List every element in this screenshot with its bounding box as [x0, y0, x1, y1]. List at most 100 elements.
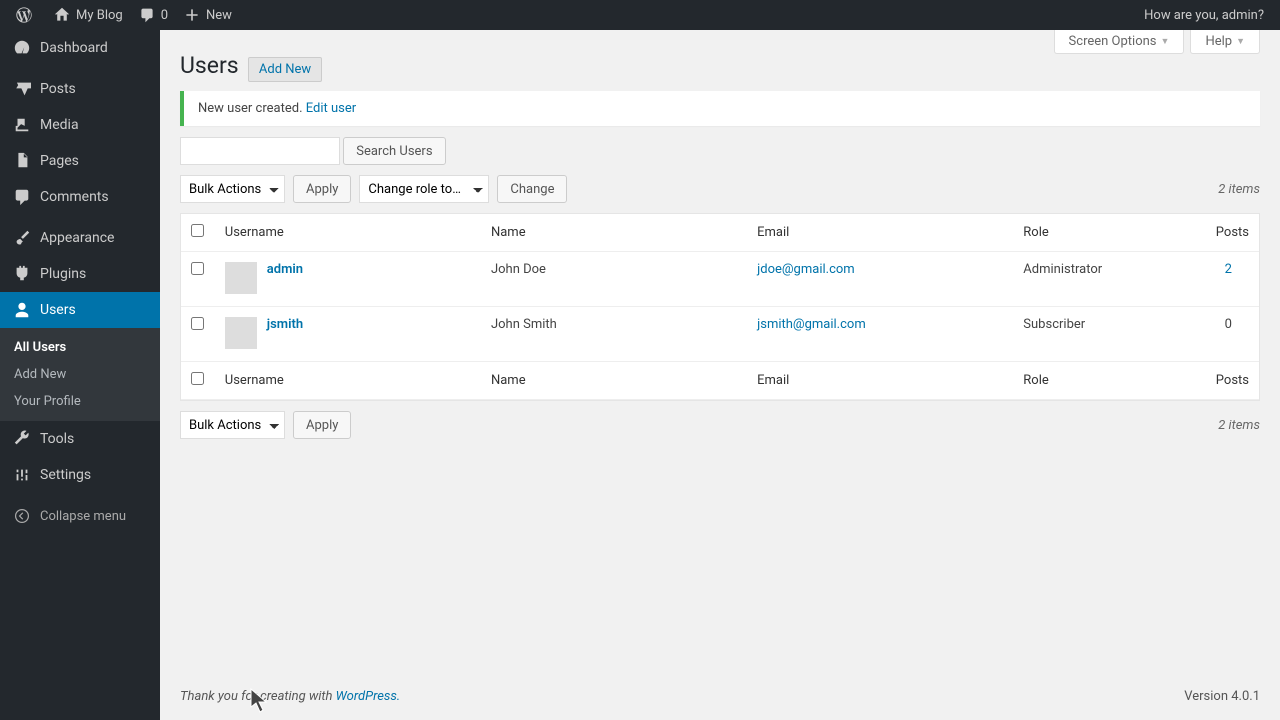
name-cell: John Doe: [481, 252, 747, 307]
site-name-link[interactable]: My Blog: [46, 0, 131, 30]
menu-label: Appearance: [40, 230, 114, 246]
success-notice: New user created. Edit user: [180, 91, 1260, 126]
table-row: jsmith John Smith jsmith@gmail.com Subsc…: [181, 307, 1259, 362]
change-role-select[interactable]: Change role to…: [359, 175, 489, 203]
greeting-text: How are you, admin?: [1144, 8, 1264, 23]
home-icon: [54, 7, 70, 23]
select-all-top[interactable]: [191, 224, 204, 237]
screen-options-button[interactable]: Screen Options▼: [1054, 30, 1185, 54]
collapse-label: Collapse menu: [40, 509, 126, 524]
col-posts[interactable]: Posts: [1198, 214, 1259, 252]
menu-appearance[interactable]: Appearance: [0, 220, 160, 256]
version-text: Version 4.0.1: [1184, 689, 1260, 704]
menu-settings[interactable]: Settings: [0, 457, 160, 493]
search-users-button[interactable]: Search Users: [343, 137, 445, 165]
collapse-icon: [12, 506, 32, 526]
new-content-text: New: [206, 8, 232, 23]
media-icon: [12, 115, 32, 135]
menu-label: Settings: [40, 467, 91, 483]
table-row: admin John Doe jdoe@gmail.com Administra…: [181, 252, 1259, 307]
row-checkbox[interactable]: [191, 317, 204, 330]
avatar: [225, 317, 257, 349]
bulk-actions-select-top[interactable]: Bulk Actions: [180, 175, 285, 203]
apply-bulk-bottom[interactable]: Apply: [293, 411, 351, 439]
username-link[interactable]: admin: [267, 262, 303, 277]
menu-media[interactable]: Media: [0, 107, 160, 143]
row-checkbox[interactable]: [191, 262, 204, 275]
posts-cell: 0: [1198, 307, 1259, 362]
comment-icon: [139, 7, 155, 23]
plus-icon: [184, 7, 200, 23]
new-content-link[interactable]: New: [176, 0, 240, 30]
col-email[interactable]: Email: [747, 214, 1013, 252]
page-icon: [12, 151, 32, 171]
menu-plugins[interactable]: Plugins: [0, 256, 160, 292]
submenu-all-users[interactable]: All Users: [0, 334, 160, 361]
wp-logo[interactable]: [8, 0, 46, 30]
items-count: 2 items: [1218, 418, 1260, 433]
role-cell: Subscriber: [1013, 307, 1197, 362]
select-all-bottom[interactable]: [191, 372, 204, 385]
menu-posts[interactable]: Posts: [0, 71, 160, 107]
wrench-icon: [12, 429, 32, 449]
submenu-add-new-user[interactable]: Add New: [0, 361, 160, 388]
apply-bulk-top[interactable]: Apply: [293, 175, 351, 203]
help-button[interactable]: Help▼: [1190, 30, 1260, 54]
collapse-menu[interactable]: Collapse menu: [0, 498, 160, 534]
menu-label: Comments: [40, 189, 109, 205]
col-username[interactable]: Username: [215, 362, 481, 400]
posts-cell: 2: [1198, 252, 1259, 307]
bulk-actions-select-bottom[interactable]: Bulk Actions: [180, 411, 285, 439]
avatar: [225, 262, 257, 294]
col-name[interactable]: Name: [481, 362, 747, 400]
users-table: Username Name Email Role Posts admin Joh…: [180, 213, 1260, 401]
wordpress-link[interactable]: WordPress.: [336, 689, 401, 704]
email-link[interactable]: jdoe@gmail.com: [757, 262, 855, 277]
site-name-text: My Blog: [76, 8, 123, 23]
user-icon: [12, 300, 32, 320]
dashboard-icon: [12, 38, 32, 58]
menu-label: Pages: [40, 153, 79, 169]
menu-users[interactable]: Users: [0, 292, 160, 328]
add-new-user-button[interactable]: Add New: [248, 57, 322, 82]
menu-tools[interactable]: Tools: [0, 421, 160, 457]
wordpress-icon: [16, 7, 32, 23]
col-posts[interactable]: Posts: [1198, 362, 1259, 400]
account-link[interactable]: How are you, admin?: [1136, 0, 1272, 30]
change-role-button[interactable]: Change: [497, 175, 567, 203]
username-link[interactable]: jsmith: [267, 317, 303, 332]
menu-pages[interactable]: Pages: [0, 143, 160, 179]
chevron-down-icon: ▼: [1236, 36, 1245, 47]
search-users-input[interactable]: [180, 137, 340, 165]
menu-label: Plugins: [40, 266, 86, 282]
menu-comments[interactable]: Comments: [0, 179, 160, 215]
name-cell: John Smith: [481, 307, 747, 362]
brush-icon: [12, 228, 32, 248]
edit-user-link[interactable]: Edit user: [306, 101, 356, 116]
chevron-down-icon: ▼: [1161, 36, 1170, 47]
footer-thank-you: Thank you for creating with WordPress.: [180, 689, 400, 704]
menu-label: Tools: [40, 431, 74, 447]
col-email[interactable]: Email: [747, 362, 1013, 400]
role-cell: Administrator: [1013, 252, 1197, 307]
col-name[interactable]: Name: [481, 214, 747, 252]
page-title: Users: [180, 52, 239, 79]
menu-dashboard[interactable]: Dashboard: [0, 30, 160, 66]
comments-count: 0: [161, 8, 168, 23]
col-role[interactable]: Role: [1013, 214, 1197, 252]
email-link[interactable]: jsmith@gmail.com: [757, 317, 866, 332]
comments-link[interactable]: 0: [131, 0, 176, 30]
notice-text: New user created.: [198, 101, 306, 116]
menu-label: Users: [40, 302, 76, 318]
col-role[interactable]: Role: [1013, 362, 1197, 400]
submenu-your-profile[interactable]: Your Profile: [0, 388, 160, 415]
posts-link[interactable]: 2: [1225, 262, 1232, 277]
menu-label: Dashboard: [40, 40, 108, 56]
menu-label: Posts: [40, 81, 76, 97]
pin-icon: [12, 79, 32, 99]
plugin-icon: [12, 264, 32, 284]
comment-icon: [12, 187, 32, 207]
items-count: 2 items: [1218, 182, 1260, 197]
col-username[interactable]: Username: [215, 214, 481, 252]
sliders-icon: [12, 465, 32, 485]
